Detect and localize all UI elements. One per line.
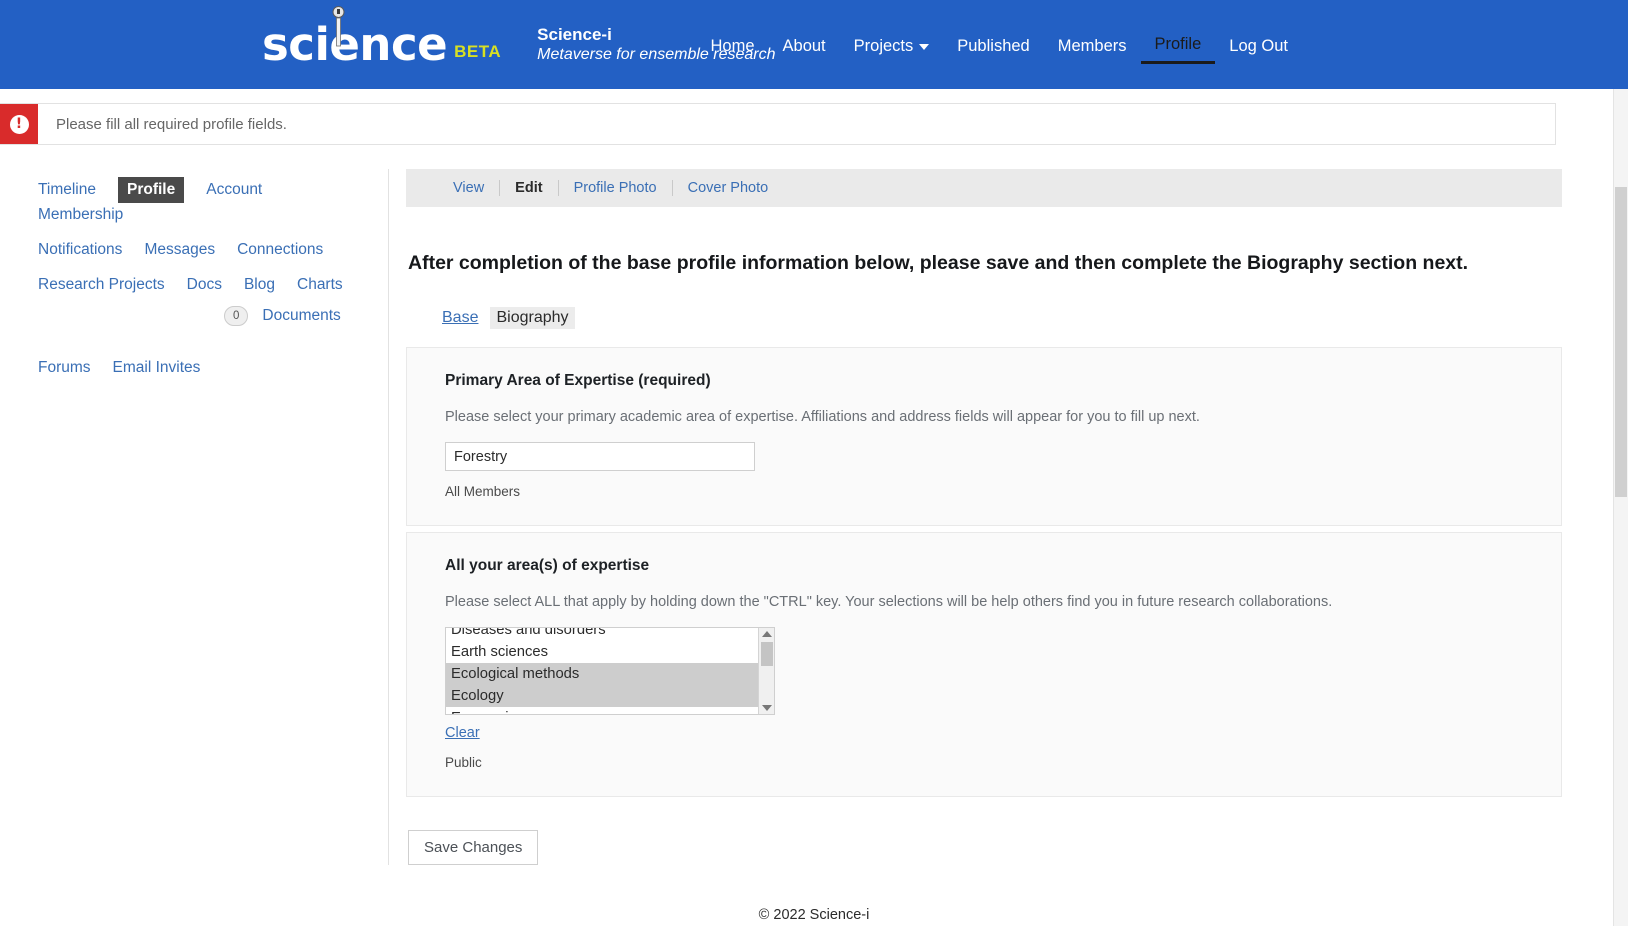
- sidebar-row-2: Notifications Messages Connections: [38, 238, 388, 262]
- alert-message: Please fill all required profile fields.: [56, 115, 287, 133]
- expertise-multiselect[interactable]: Diseases and disorders Earth sciences Ec…: [445, 627, 775, 715]
- site-logo[interactable]: science BETA: [262, 6, 502, 71]
- list-item[interactable]: Ecological methods: [446, 663, 758, 685]
- alert-icon-container: !: [0, 104, 38, 144]
- sidebar-item-messages[interactable]: Messages: [144, 238, 215, 262]
- field-primary-area-of-expertise: Primary Area of Expertise (required) Ple…: [406, 347, 1562, 526]
- field-label: All your area(s) of expertise: [445, 557, 650, 574]
- page-scrollbar[interactable]: [1613, 89, 1628, 926]
- save-row: Save Changes: [406, 830, 1628, 865]
- sidebar-divider: [38, 338, 388, 356]
- sidebar-item-profile[interactable]: Profile: [118, 177, 185, 203]
- footer-copyright: © 2022 Science-i: [758, 907, 870, 923]
- exclamation-icon: !: [9, 114, 29, 134]
- list-item[interactable]: Economics: [446, 707, 758, 714]
- multiselect-scrollbar[interactable]: [758, 628, 774, 714]
- field-visibility-label: All Members: [445, 484, 521, 499]
- sidebar-item-charts[interactable]: Charts: [297, 273, 343, 297]
- sidebar-badge-row: 0 Documents: [224, 304, 388, 328]
- list-item[interactable]: Earth sciences: [446, 641, 758, 663]
- sidebar-item-documents[interactable]: Documents: [262, 304, 340, 328]
- nav-item-about[interactable]: About: [769, 34, 840, 63]
- nav-item-logout[interactable]: Log Out: [1215, 34, 1302, 63]
- sidebar-item-timeline[interactable]: Timeline: [38, 178, 96, 202]
- nav-item-published[interactable]: Published: [943, 34, 1043, 63]
- scroll-up-arrow-icon[interactable]: [761, 631, 772, 637]
- sidebar-item-membership[interactable]: Membership: [38, 203, 123, 227]
- scroll-down-arrow-icon[interactable]: [761, 705, 772, 711]
- sidebar-item-blog[interactable]: Blog: [244, 273, 275, 297]
- sidebar-item-email-invites[interactable]: Email Invites: [113, 356, 201, 380]
- save-changes-button[interactable]: Save Changes: [408, 830, 539, 865]
- tab-profile-photo[interactable]: Profile Photo: [559, 180, 673, 196]
- sidebar-item-docs[interactable]: Docs: [187, 273, 222, 297]
- beta-badge: BETA: [454, 42, 502, 61]
- nav-item-profile[interactable]: Profile: [1140, 32, 1216, 64]
- field-visibility-label: Public: [445, 755, 482, 770]
- chevron-down-icon: [919, 44, 930, 50]
- nav-item-projects[interactable]: Projects: [840, 34, 944, 63]
- profile-subtabs: Base Biography: [438, 307, 1628, 329]
- profile-sidebar: Timeline Profile Account Membership Noti…: [0, 169, 388, 865]
- documents-count-badge: 0: [224, 305, 249, 327]
- scrollbar-thumb[interactable]: [761, 642, 773, 666]
- tab-view[interactable]: View: [438, 180, 501, 196]
- sidebar-item-forums[interactable]: Forums: [38, 356, 91, 380]
- multiselect-options[interactable]: Diseases and disorders Earth sciences Ec…: [446, 628, 758, 714]
- list-item[interactable]: Ecology: [446, 685, 758, 707]
- sidebar-item-research-projects[interactable]: Research Projects: [38, 273, 165, 297]
- page-scrollbar-thumb[interactable]: [1615, 187, 1627, 497]
- field-description: Please select your primary academic area…: [445, 409, 1200, 425]
- alert-banner: ! Please fill all required profile field…: [0, 103, 1556, 145]
- page-title: After completion of the base profile inf…: [408, 252, 1469, 274]
- page-body: Timeline Profile Account Membership Noti…: [0, 145, 1628, 865]
- profile-tabbar: View Edit Profile Photo Cover Photo: [406, 169, 1562, 207]
- primary-expertise-select[interactable]: Forestry: [445, 442, 755, 471]
- profile-content: View Edit Profile Photo Cover Photo Afte…: [388, 169, 1628, 865]
- nav-item-home[interactable]: Home: [697, 34, 769, 63]
- site-header: science BETA Science-i Metaverse for ens…: [0, 0, 1628, 89]
- field-all-areas-of-expertise: All your area(s) of expertise Please sel…: [406, 532, 1562, 797]
- main-navigation: Home About Projects Published Members Pr…: [697, 32, 1303, 64]
- tab-edit[interactable]: Edit: [500, 180, 559, 196]
- field-description: Please select ALL that apply by holding …: [445, 594, 1333, 610]
- subtab-base[interactable]: Base: [438, 307, 482, 329]
- sidebar-item-account[interactable]: Account: [206, 178, 262, 202]
- sidebar-row-1: Timeline Profile Account Membership: [38, 177, 388, 227]
- nav-item-projects-label: Projects: [853, 36, 914, 55]
- sidebar-item-notifications[interactable]: Notifications: [38, 238, 122, 262]
- logo-wordmark: science: [262, 18, 448, 71]
- list-item[interactable]: Diseases and disorders: [446, 628, 758, 641]
- nav-item-members[interactable]: Members: [1044, 34, 1141, 63]
- subtab-biography[interactable]: Biography: [490, 307, 575, 329]
- tab-cover-photo[interactable]: Cover Photo: [673, 180, 784, 196]
- sidebar-item-connections[interactable]: Connections: [237, 238, 323, 262]
- field-label: Primary Area of Expertise (required): [445, 372, 711, 389]
- sidebar-row-3: Research Projects Docs Blog Charts: [38, 273, 388, 297]
- clear-selection-link[interactable]: Clear: [445, 725, 480, 741]
- sidebar-row-4: Forums Email Invites: [38, 356, 388, 380]
